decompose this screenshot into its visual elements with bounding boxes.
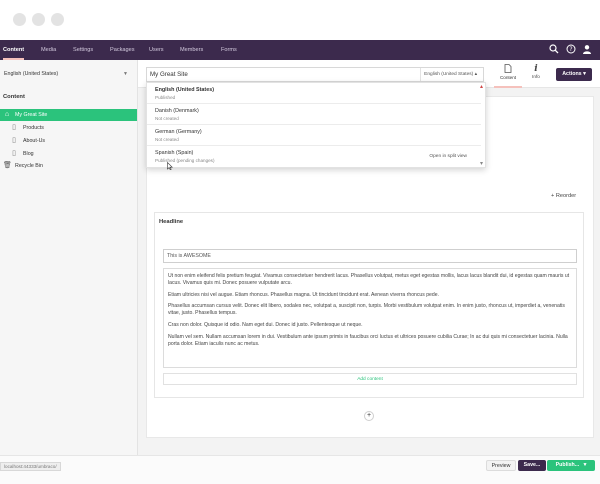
chevron-down-icon: ▾ <box>583 71 586 77</box>
tree-item-my-great-site[interactable]: ⌂ My Great Site <box>0 109 137 121</box>
nav-packages[interactable]: Packages <box>110 40 135 60</box>
actions-button[interactable]: Actions ▾ <box>556 68 592 81</box>
variant-item-german[interactable]: German (Germany) Not created <box>147 125 481 146</box>
reorder-label: Reorder <box>555 193 577 199</box>
svg-text:?: ? <box>569 46 572 53</box>
page-icon: ▯ <box>12 124 16 131</box>
rte-paragraph: Nullam vel sem. Nullam accumsan lorem in… <box>168 333 568 347</box>
variant-item-english[interactable]: English (United States) Published <box>147 83 481 104</box>
status-url: localhost:44333/umbraco/ <box>0 462 61 471</box>
publish-button[interactable]: Publish... ▾ <box>547 460 595 471</box>
nav-settings[interactable]: Settings <box>73 40 93 60</box>
nav-members[interactable]: Members <box>180 40 203 60</box>
page-icon: ▯ <box>12 150 16 157</box>
rte-paragraph: Ut non enim eleifend felis pretium feugi… <box>168 273 570 286</box>
variant-state: Published <box>155 95 176 100</box>
trash-icon: 🗑 <box>3 162 12 169</box>
nav-content[interactable]: Content <box>3 40 25 60</box>
chevron-up-icon: ▴ <box>474 72 477 77</box>
chevron-down-icon: ▼ <box>123 71 128 77</box>
plus-icon: + <box>551 193 555 199</box>
preview-button[interactable]: Preview <box>486 460 516 471</box>
window-titlebar <box>0 0 600 40</box>
variant-state: Published (pending changes) <box>155 158 215 163</box>
nav-forms[interactable]: Forms <box>221 40 237 60</box>
variant-switcher-label: English (United States) <box>424 72 474 77</box>
window-close-dot[interactable] <box>13 13 26 26</box>
variant-name: Spanish (Spain) <box>155 150 194 156</box>
publish-label: Publish... <box>555 462 580 468</box>
save-button[interactable]: Save... <box>518 460 546 471</box>
sidebar-language-select[interactable]: English (United States) ▼ <box>0 66 138 82</box>
chevron-down-icon[interactable]: ▾ <box>584 462 587 468</box>
sidebar-language-label: English (United States) <box>4 71 59 77</box>
tree-item-blog[interactable]: ▯ Blog <box>0 148 137 160</box>
variant-item-spanish[interactable]: Spanish (Spain) Published (pending chang… <box>147 146 481 167</box>
node-name-value: My Great Site <box>150 71 188 78</box>
tab-info[interactable]: i Info <box>522 60 550 88</box>
help-icon[interactable]: ? <box>565 44 577 56</box>
variant-name: German (Germany) <box>155 129 202 135</box>
tree-item-about-us[interactable]: ▯ About-Us <box>0 135 137 147</box>
nav-media[interactable]: Media <box>41 40 56 60</box>
headline-block-label: Headline <box>159 219 184 225</box>
tree-item-products[interactable]: ▯ Products <box>0 122 137 134</box>
window-maximize-dot[interactable] <box>51 13 64 26</box>
variants-dropdown: English (United States) Published Danish… <box>146 82 486 171</box>
window-minimize-dot[interactable] <box>32 13 45 26</box>
rte-paragraph: Phasellus accumsan cursus velit. Donec e… <box>168 303 565 317</box>
dropdown-scrollbar[interactable] <box>480 85 483 165</box>
actions-label: Actions <box>562 71 582 77</box>
add-block-button[interactable]: + <box>364 411 374 421</box>
add-content-button[interactable]: Add content <box>163 373 577 385</box>
tab-info-label: Info <box>532 74 540 79</box>
info-icon: i <box>534 64 538 74</box>
content-tree-sidebar: English (United States) ▼ Content ⌂ My G… <box>0 60 138 464</box>
user-icon[interactable] <box>581 44 593 56</box>
nav-users[interactable]: Users <box>149 40 164 60</box>
sidebar-heading: Content <box>3 94 25 100</box>
rte-paragraph: Etiam ultricies nisi vel augue. Etiam rh… <box>168 291 439 298</box>
reorder-button[interactable]: + Reorder <box>551 193 576 199</box>
node-name-input[interactable]: My Great Site English (United States) ▴ <box>146 67 484 82</box>
mouse-cursor-icon <box>167 157 173 175</box>
variant-name: English (United States) <box>155 87 215 93</box>
open-split-view-link[interactable]: Open in split view <box>429 154 467 159</box>
variant-state: Not created <box>155 137 179 142</box>
search-icon[interactable] <box>548 44 560 56</box>
variant-switcher-button[interactable]: English (United States) ▴ <box>420 68 480 81</box>
top-navigation: Content Media Settings Packages Users Me… <box>0 40 600 60</box>
tree-item-label: Blog <box>23 151 34 157</box>
document-icon <box>494 64 522 75</box>
tab-content-label: Content <box>499 75 517 80</box>
variant-item-danish[interactable]: Danish (Denmark) Not created <box>147 104 481 125</box>
rich-text-editor[interactable]: Ut non enim eleifend felis pretium feugi… <box>163 268 577 368</box>
variant-state: Not created <box>155 116 179 121</box>
tree-item-label: My Great Site <box>15 112 48 118</box>
rte-paragraph: Cras non dolor. Quisque id odio. Nam ege… <box>168 321 363 328</box>
variant-name: Danish (Denmark) <box>155 108 199 114</box>
page-icon: ▯ <box>12 137 16 144</box>
tree-item-label: Products <box>23 125 44 131</box>
tree-item-label: Recycle Bin <box>15 163 43 169</box>
tab-content[interactable]: Content <box>494 60 522 88</box>
tree-item-label: About-Us <box>23 138 46 144</box>
home-icon: ⌂ <box>4 111 10 118</box>
headline-input[interactable]: This is AWESOME <box>163 249 577 263</box>
tree-item-recycle-bin[interactable]: 🗑 Recycle Bin <box>0 160 137 172</box>
